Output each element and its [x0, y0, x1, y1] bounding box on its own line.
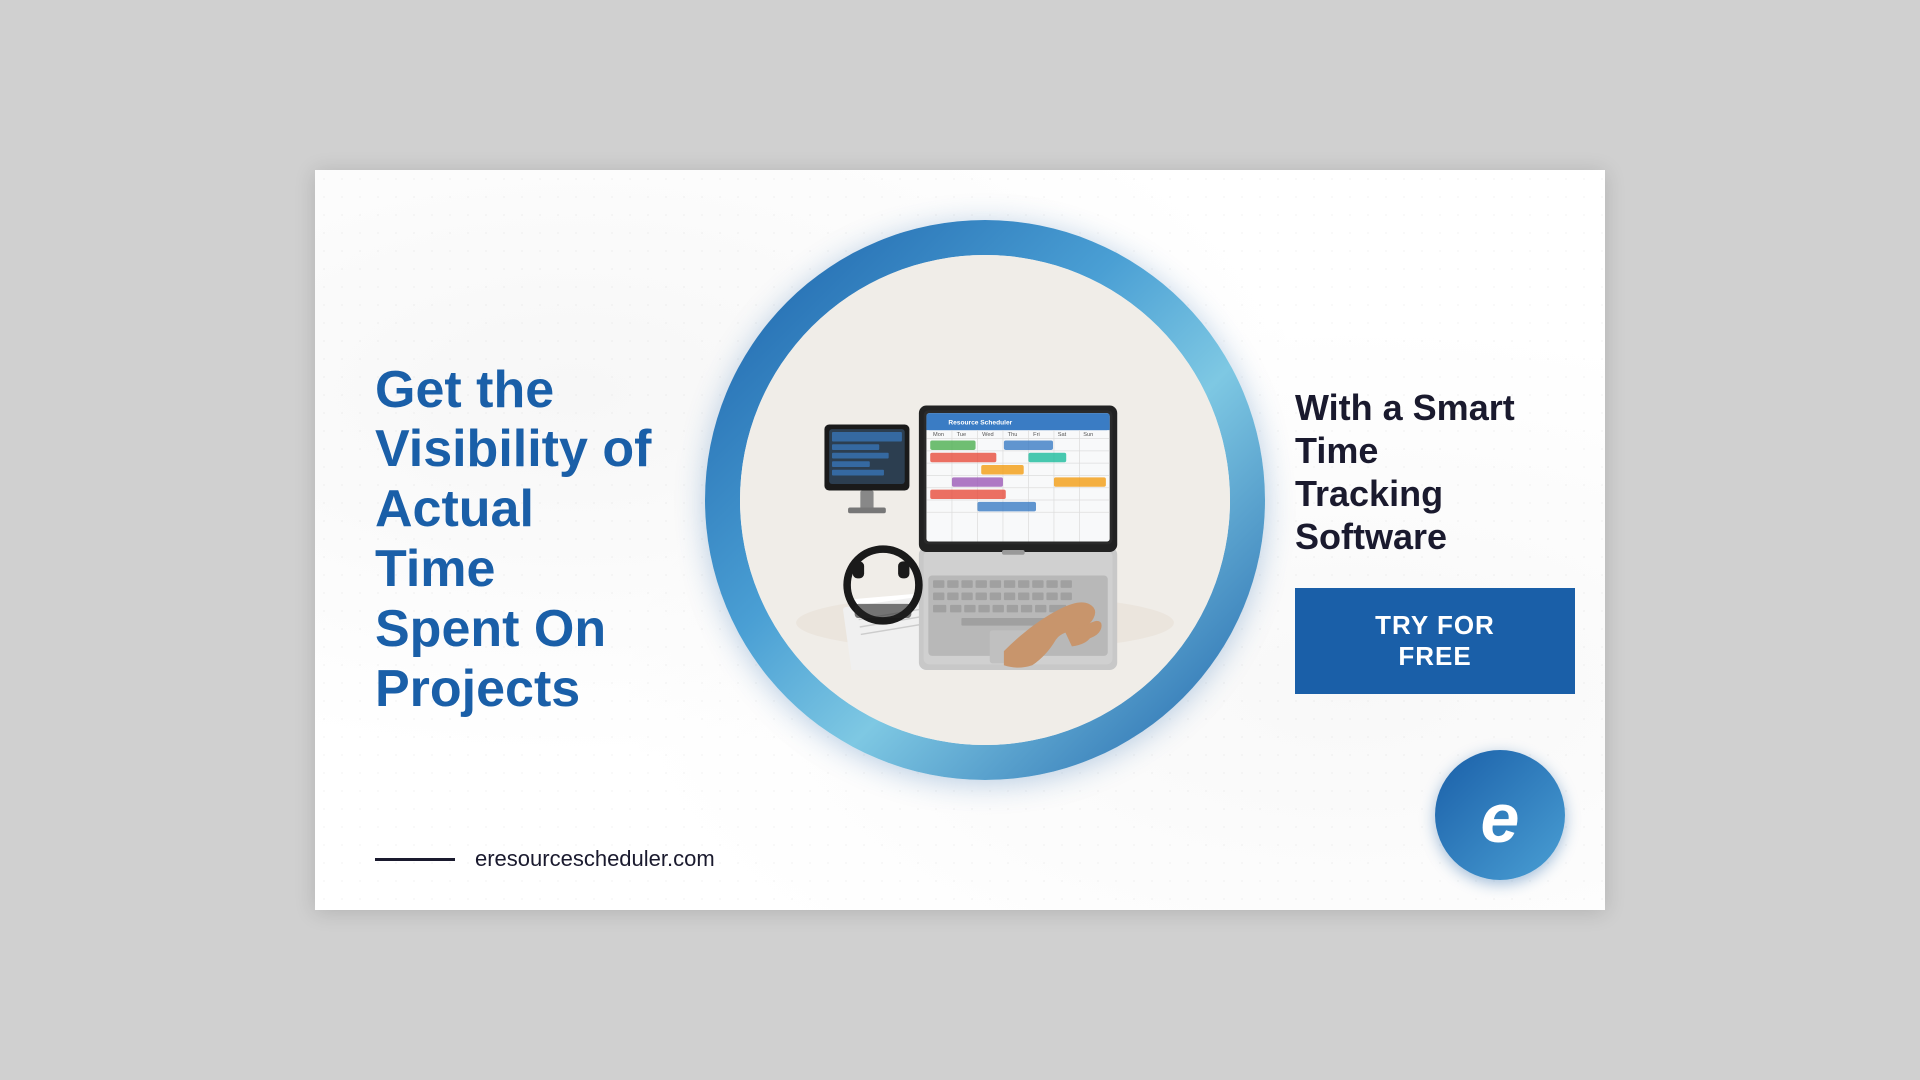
svg-text:Resource Scheduler: Resource Scheduler	[948, 419, 1012, 426]
main-headline: Get the Visibility of Actual Time Spent …	[375, 361, 665, 720]
laptop-scene: Mon Tue Wed Thu Fri Sat Sun Resource Sch…	[740, 255, 1230, 745]
logo-letter: e	[1481, 783, 1520, 853]
brand-logo-circle: e	[1435, 750, 1565, 880]
laptop-illustration: Mon Tue Wed Thu Fri Sat Sun Resource Sch…	[795, 330, 1175, 670]
ad-banner: Get the Visibility of Actual Time Spent …	[315, 170, 1605, 910]
svg-text:Fri: Fri	[1033, 432, 1040, 438]
svg-text:Tue: Tue	[957, 432, 967, 438]
headline-line2: Visibility of	[375, 420, 651, 478]
right-section: With a Smart Time Tracking Software TRY …	[1265, 346, 1605, 735]
svg-text:Sat: Sat	[1058, 432, 1067, 438]
left-section: Get the Visibility of Actual Time Spent …	[315, 301, 705, 780]
circle-outer-ring: Mon Tue Wed Thu Fri Sat Sun Resource Sch…	[705, 220, 1265, 780]
svg-text:Mon: Mon	[933, 432, 944, 438]
center-image-section: Mon Tue Wed Thu Fri Sat Sun Resource Sch…	[705, 220, 1265, 780]
svg-text:Sun: Sun	[1083, 432, 1093, 438]
subtitle-line2: Tracking Software	[1295, 473, 1447, 557]
website-bar: eresourcescheduler.com	[375, 846, 715, 872]
headline-line3: Actual Time	[375, 480, 534, 598]
circle-inner: Mon Tue Wed Thu Fri Sat Sun Resource Sch…	[740, 255, 1230, 745]
svg-text:Wed: Wed	[982, 432, 994, 438]
svg-text:Thu: Thu	[1008, 432, 1018, 438]
website-url: eresourcescheduler.com	[475, 846, 715, 872]
subtitle-text: With a Smart Time Tracking Software	[1295, 386, 1565, 559]
decorative-line	[375, 858, 455, 861]
headline-line5: Projects	[375, 660, 580, 718]
subtitle-line1: With a Smart Time	[1295, 387, 1515, 471]
headline-line1: Get the	[375, 361, 554, 419]
try-for-free-button[interactable]: TRY FOR FREE	[1295, 588, 1575, 694]
headline-line4: Spent On	[375, 600, 606, 658]
